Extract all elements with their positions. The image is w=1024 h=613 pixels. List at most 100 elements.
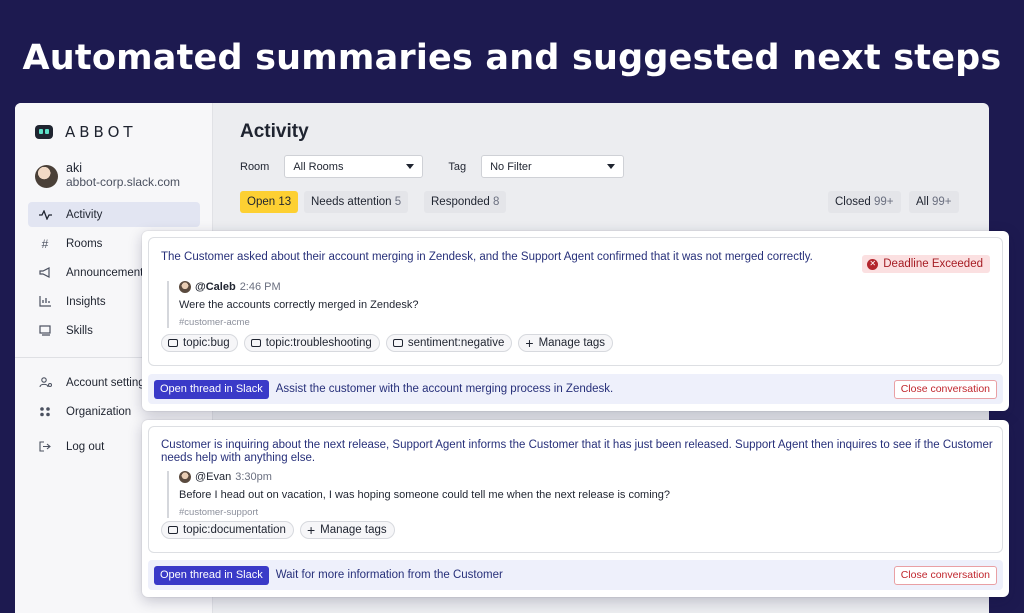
- tab-responded[interactable]: Responded 8: [424, 191, 507, 213]
- chart-icon: [38, 296, 52, 307]
- plus-icon: +: [525, 335, 534, 351]
- message-author[interactable]: @Caleb: [195, 281, 236, 293]
- message-text: Before I head out on vacation, I was hop…: [179, 489, 671, 501]
- tag-label: sentiment:negative: [407, 337, 505, 349]
- tab-count: 99+: [931, 196, 952, 208]
- tab-label: Needs attention: [311, 196, 392, 208]
- conversation-summary[interactable]: Customer is inquiring about the next rel…: [161, 439, 996, 465]
- tab-label: Open: [247, 196, 276, 208]
- message-preview: @Caleb 2:46 PM Were the accounts correct…: [167, 281, 418, 328]
- tab-count: 8: [493, 196, 500, 208]
- conversation-card: The Customer asked about their account m…: [142, 231, 1009, 411]
- sidebar-item-label: Announcements: [66, 266, 150, 279]
- tab-count: 5: [394, 196, 402, 208]
- tag-filter-label: Tag: [448, 160, 467, 173]
- suggested-next-step: Wait for more information from the Custo…: [275, 569, 503, 581]
- skills-icon: [38, 325, 52, 336]
- conversation-card: Customer is inquiring about the next rel…: [142, 420, 1009, 597]
- sidebar-item-label: Insights: [66, 295, 106, 308]
- conversation-summary[interactable]: The Customer asked about their account m…: [161, 251, 836, 264]
- abbot-logo-icon: [35, 125, 53, 139]
- avatar: [179, 471, 191, 483]
- message-time: 2:46 PM: [239, 281, 281, 293]
- user-gear-icon: [38, 377, 52, 388]
- tag-label: topic:troubleshooting: [265, 337, 372, 349]
- user-profile[interactable]: aki abbot-corp.slack.com: [35, 161, 180, 189]
- manage-tags-button[interactable]: + Manage tags: [299, 521, 395, 539]
- plus-icon: +: [306, 522, 316, 538]
- hash-icon: #: [41, 236, 49, 251]
- badge-label: Deadline Exceeded: [883, 258, 983, 270]
- tab-needs-attention[interactable]: Needs attention 5: [304, 191, 409, 213]
- filter-bar: Room All Rooms Tag No Filter: [240, 155, 625, 178]
- manage-tags-label: Manage tags: [320, 524, 387, 536]
- conversation-body: Customer is inquiring about the next rel…: [148, 426, 1003, 553]
- room-select-value: All Rooms: [293, 160, 344, 173]
- open-thread-button[interactable]: Open thread in Slack: [154, 565, 269, 585]
- logo[interactable]: ABBOT: [35, 123, 137, 141]
- tag-chip[interactable]: sentiment:negative: [385, 334, 513, 352]
- tag-list: topic:bug topic:troubleshooting sentimen…: [161, 334, 614, 352]
- suggested-next-step: Assist the customer with the account mer…: [275, 383, 614, 395]
- room-filter-label: Room: [240, 160, 270, 173]
- logo-text: ABBOT: [65, 123, 137, 141]
- tab-label: All: [916, 196, 929, 208]
- message-time: 3:30pm: [235, 471, 272, 483]
- org-icon: [38, 406, 52, 417]
- message-preview: @Evan 3:30pm Before I head out on vacati…: [167, 471, 670, 518]
- message-header: @Evan 3:30pm: [179, 471, 670, 483]
- message-author[interactable]: @Evan: [195, 471, 231, 483]
- message-text: Were the accounts correctly merged in Ze…: [179, 299, 419, 311]
- tag-message-icon: [250, 339, 261, 347]
- tag-select[interactable]: No Filter: [481, 155, 625, 178]
- page-title: Activity: [240, 121, 309, 142]
- manage-tags-label: Manage tags: [538, 337, 606, 349]
- user-name: aki: [66, 161, 82, 175]
- avatar: [179, 281, 191, 293]
- tab-closed[interactable]: Closed 99+: [828, 191, 901, 213]
- message-header: @Caleb 2:46 PM: [179, 281, 418, 293]
- tab-open[interactable]: Open 13: [240, 191, 299, 213]
- status-badge: ✕ Deadline Exceeded: [862, 255, 990, 273]
- message-channel[interactable]: #customer-support: [179, 507, 670, 518]
- tab-count: 99+: [874, 196, 894, 208]
- pulse-icon: [38, 209, 52, 220]
- avatar: [35, 165, 58, 188]
- suggested-next-step-bar: Open thread in Slack Wait for more infor…: [148, 560, 1003, 590]
- tag-message-icon: [392, 339, 403, 347]
- sidebar-item-label: Skills: [66, 324, 93, 337]
- suggested-next-step-bar: Open thread in Slack Assist the customer…: [148, 374, 1003, 404]
- sidebar-item-label: Organization: [66, 405, 132, 418]
- megaphone-icon: [38, 267, 52, 278]
- chevron-down-icon: [406, 164, 415, 169]
- tag-message-icon: [168, 526, 178, 534]
- message-channel[interactable]: #customer-acme: [179, 317, 418, 328]
- tab-label: Responded: [431, 196, 490, 208]
- tag-chip[interactable]: topic:troubleshooting: [243, 334, 380, 352]
- tab-label: Closed: [835, 196, 871, 208]
- tag-label: topic:bug: [183, 337, 230, 349]
- manage-tags-button[interactable]: + Manage tags: [518, 334, 614, 352]
- chevron-down-icon: [607, 164, 616, 169]
- hero-headline: Automated summaries and suggested next s…: [22, 38, 1002, 78]
- close-circle-icon: ✕: [867, 258, 879, 270]
- sidebar-item-label: Log out: [66, 440, 105, 453]
- sidebar-item-activity[interactable]: Activity: [28, 202, 200, 227]
- open-thread-button[interactable]: Open thread in Slack: [154, 379, 269, 399]
- sidebar-item-label: Rooms: [66, 237, 103, 250]
- tab-count: 13: [278, 196, 292, 208]
- sidebar-item-label: Activity: [66, 208, 103, 221]
- room-select[interactable]: All Rooms: [284, 155, 424, 178]
- tag-list: topic:documentation + Manage tags: [161, 521, 395, 539]
- workspace-name: abbot-corp.slack.com: [66, 175, 181, 189]
- tag-chip[interactable]: topic:documentation: [161, 521, 294, 539]
- close-conversation-button[interactable]: Close conversation: [893, 565, 997, 585]
- tab-all[interactable]: All 99+: [909, 191, 959, 213]
- tag-label: topic:documentation: [183, 524, 286, 536]
- sidebar-item-label: Account settings: [66, 376, 151, 389]
- tag-chip[interactable]: topic:bug: [161, 334, 238, 352]
- tag-select-value: No Filter: [490, 160, 532, 173]
- status-tabs: Open 13 Needs attention 5 Responded 8 Cl…: [240, 191, 967, 213]
- tag-message-icon: [168, 339, 178, 347]
- close-conversation-button[interactable]: Close conversation: [893, 379, 997, 399]
